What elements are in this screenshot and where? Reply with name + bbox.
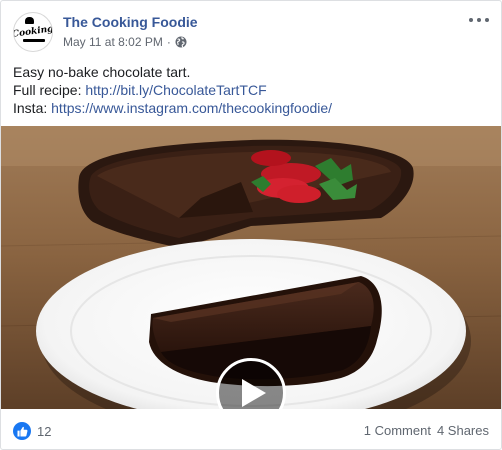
meta-separator: · [166, 35, 171, 49]
play-triangle [242, 379, 266, 407]
insta-label: Insta: [13, 100, 52, 116]
page-avatar[interactable]: Cooking [13, 12, 53, 52]
engagement-counts: 1 Comment 4 Shares [364, 423, 489, 438]
post-meta: May 11 at 8:02 PM · [63, 35, 187, 49]
post-text-line-2: Full recipe: http://bit.ly/ChocolateTart… [13, 81, 493, 99]
reactions-summary[interactable]: 12 [13, 422, 51, 440]
post-header: Cooking The Cooking Foodie May 11 at 8:0… [1, 1, 501, 57]
chef-hat-icon [25, 17, 34, 24]
facebook-post: Cooking The Cooking Foodie May 11 at 8:0… [0, 0, 502, 450]
globe-icon[interactable] [175, 36, 187, 48]
video-thumbnail[interactable] [1, 126, 501, 409]
post-footer: 12 1 Comment 4 Shares [1, 411, 501, 449]
recipe-label: Full recipe: [13, 82, 86, 98]
post-text-line-3: Insta: https://www.instagram.com/thecook… [13, 99, 493, 117]
more-options-icon[interactable] [469, 15, 489, 25]
page-name-link[interactable]: The Cooking Foodie [63, 14, 198, 30]
post-text: Easy no-bake chocolate tart. Full recipe… [13, 63, 493, 117]
recipe-link[interactable]: http://bit.ly/ChocolateTartTCF [85, 82, 266, 98]
post-timestamp[interactable]: May 11 at 8:02 PM [63, 35, 163, 49]
avatar-logo-text: Cooking [13, 23, 53, 40]
comments-count-link[interactable]: 1 Comment [364, 423, 431, 438]
like-icon [13, 422, 31, 440]
post-text-line-1: Easy no-bake chocolate tart. [13, 64, 191, 80]
shares-count-link[interactable]: 4 Shares [437, 423, 489, 438]
reaction-count: 12 [37, 423, 52, 439]
avatar-logo-band [23, 39, 45, 42]
instagram-link[interactable]: https://www.instagram.com/thecookingfood… [51, 100, 332, 116]
